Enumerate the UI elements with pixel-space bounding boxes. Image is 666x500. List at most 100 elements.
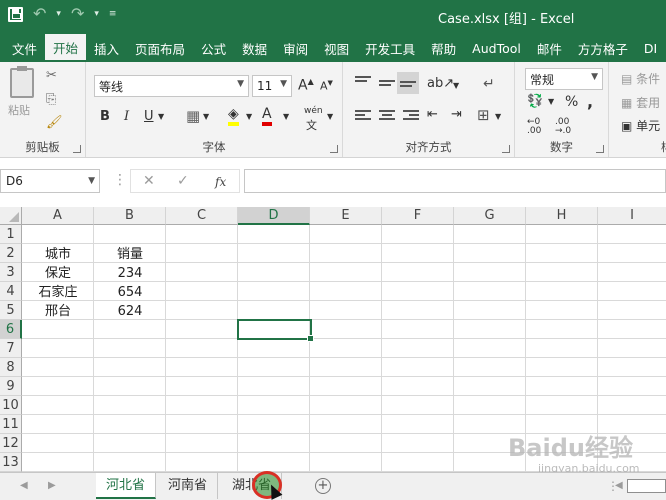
cell-b4[interactable]: 654 [94,283,166,302]
cell-b5[interactable]: 624 [94,302,166,321]
align-left-icon[interactable] [355,110,371,122]
prev-sheet-icon[interactable]: ◀ [20,480,28,491]
undo-icon[interactable]: ↶ [33,6,46,22]
row-header-6[interactable]: 6 [0,320,22,339]
decrease-decimal-icon[interactable]: .00 →.0 [555,118,571,136]
column-header-h[interactable]: H [526,207,598,225]
sheet-tab-henan[interactable]: 河南省 [158,473,219,499]
fill-color-icon[interactable]: ◈ [228,107,239,126]
cell-a3[interactable]: 保定 [22,264,94,283]
format-as-table-button[interactable]: ▦ 套用 [621,94,660,111]
cell-a5[interactable]: 邢台 [22,302,94,321]
row-header-5[interactable]: 5 [0,301,22,320]
accounting-dropdown-icon[interactable]: ▼ [548,97,554,106]
redo-icon[interactable]: ↷ [71,6,84,22]
phonetic-icon[interactable]: wén [304,106,323,116]
tab-view[interactable]: 视图 [316,34,357,62]
font-name-select[interactable]: 等线 ▼ [94,75,249,97]
increase-indent-icon[interactable]: ⇥ [451,107,462,122]
row-header-2[interactable]: 2 [0,244,22,263]
row-header-7[interactable]: 7 [0,339,22,358]
formula-input[interactable] [244,169,666,193]
active-cell-d6[interactable] [237,319,314,342]
orientation-dropdown-icon[interactable]: ▼ [453,81,459,90]
enter-icon[interactable]: ✓ [177,173,189,189]
save-icon[interactable] [8,6,23,22]
align-center-icon[interactable] [379,110,395,122]
comma-style-button[interactable]: , [587,92,593,111]
wrap-text-icon[interactable]: ↵ [483,76,495,92]
paste-icon[interactable] [10,66,34,98]
align-middle-icon[interactable] [379,80,395,92]
insert-function-icon[interactable]: fx [215,175,226,189]
column-header-i[interactable]: I [598,207,666,225]
row-header-13[interactable]: 13 [0,453,22,472]
tab-file[interactable]: 文件 [4,34,45,62]
select-all-corner[interactable] [0,207,22,225]
alignment-launcher-icon[interactable] [502,145,510,153]
decrease-indent-icon[interactable]: ⇤ [427,107,438,122]
font-launcher-icon[interactable] [330,145,338,153]
tab-review[interactable]: 审阅 [275,34,316,62]
borders-dropdown-icon[interactable]: ▼ [203,112,209,121]
sheet-tab-hebei[interactable]: 河北省 [96,473,157,499]
format-painter-icon[interactable]: 🖌 [46,115,63,130]
font-size-select[interactable]: 11 ▼ [252,75,292,97]
align-top-icon[interactable] [355,76,371,88]
font-color-icon[interactable]: A [262,107,272,126]
percent-button[interactable]: % [565,94,578,110]
next-sheet-icon[interactable]: ▶ [48,480,56,491]
tab-mail[interactable]: 邮件 [529,34,570,62]
column-header-a[interactable]: A [22,207,94,225]
shrink-font-icon[interactable]: A▼ [320,79,333,93]
scroll-left-icon[interactable]: ◀ [615,480,623,491]
cell-b3[interactable]: 234 [94,264,166,283]
number-launcher-icon[interactable] [596,145,604,153]
add-sheet-icon[interactable]: + [315,478,331,494]
underline-button[interactable]: U [144,109,154,124]
tab-formulas[interactable]: 公式 [193,34,234,62]
row-header-4[interactable]: 4 [0,282,22,301]
orientation-icon[interactable]: ab↗ [427,76,454,91]
tab-di[interactable]: DI [636,34,665,62]
tab-data[interactable]: 数据 [234,34,275,62]
grow-font-icon[interactable]: A▲ [298,77,314,94]
row-header-9[interactable]: 9 [0,377,22,396]
phonetic-dropdown-icon[interactable]: ▼ [327,112,333,121]
borders-icon[interactable]: ▦ [186,107,200,125]
row-header-12[interactable]: 12 [0,434,22,453]
fill-color-dropdown-icon[interactable]: ▼ [246,112,252,121]
accounting-format-icon[interactable]: 💱 [527,94,543,109]
cell-b2[interactable]: 销量 [94,245,166,264]
cell-a4[interactable]: 石家庄 [22,283,94,302]
redo-dropdown-icon[interactable]: ▾ [94,9,99,19]
tab-help[interactable]: 帮助 [423,34,464,62]
row-header-11[interactable]: 11 [0,415,22,434]
number-format-select[interactable]: 常规 ▼ [525,68,603,90]
cell-styles-button[interactable]: ▣ 单元 [621,117,660,134]
horizontal-scrollbar[interactable]: ◀ [615,479,666,493]
font-color-dropdown-icon[interactable]: ▼ [283,112,289,121]
tab-page-layout[interactable]: 页面布局 [127,34,193,62]
copy-icon[interactable]: ⎘ [46,92,56,107]
bold-button[interactable]: B [100,109,110,124]
increase-decimal-icon[interactable]: ←0.00 [527,118,541,136]
align-bottom-button[interactable] [397,72,419,94]
conditional-format-button[interactable]: ▤ 条件 [621,70,660,87]
column-header-c[interactable]: C [166,207,238,225]
underline-dropdown-icon[interactable]: ▼ [158,112,164,121]
row-header-3[interactable]: 3 [0,263,22,282]
column-header-g[interactable]: G [454,207,526,225]
cancel-icon[interactable]: ✕ [143,173,155,189]
row-header-10[interactable]: 10 [0,396,22,415]
column-header-e[interactable]: E [310,207,382,225]
merge-center-icon[interactable]: ⊞ [477,106,490,124]
tab-home[interactable]: 开始 [45,34,87,62]
paste-button-label[interactable]: 粘贴 [8,102,30,118]
scrollbar-thumb[interactable] [627,479,666,493]
name-box[interactable]: D6 ▼ [0,169,100,193]
tab-insert[interactable]: 插入 [86,34,127,62]
italic-button[interactable]: I [124,109,129,124]
column-header-f[interactable]: F [382,207,454,225]
customize-qat-icon[interactable]: ≡ [109,9,117,19]
